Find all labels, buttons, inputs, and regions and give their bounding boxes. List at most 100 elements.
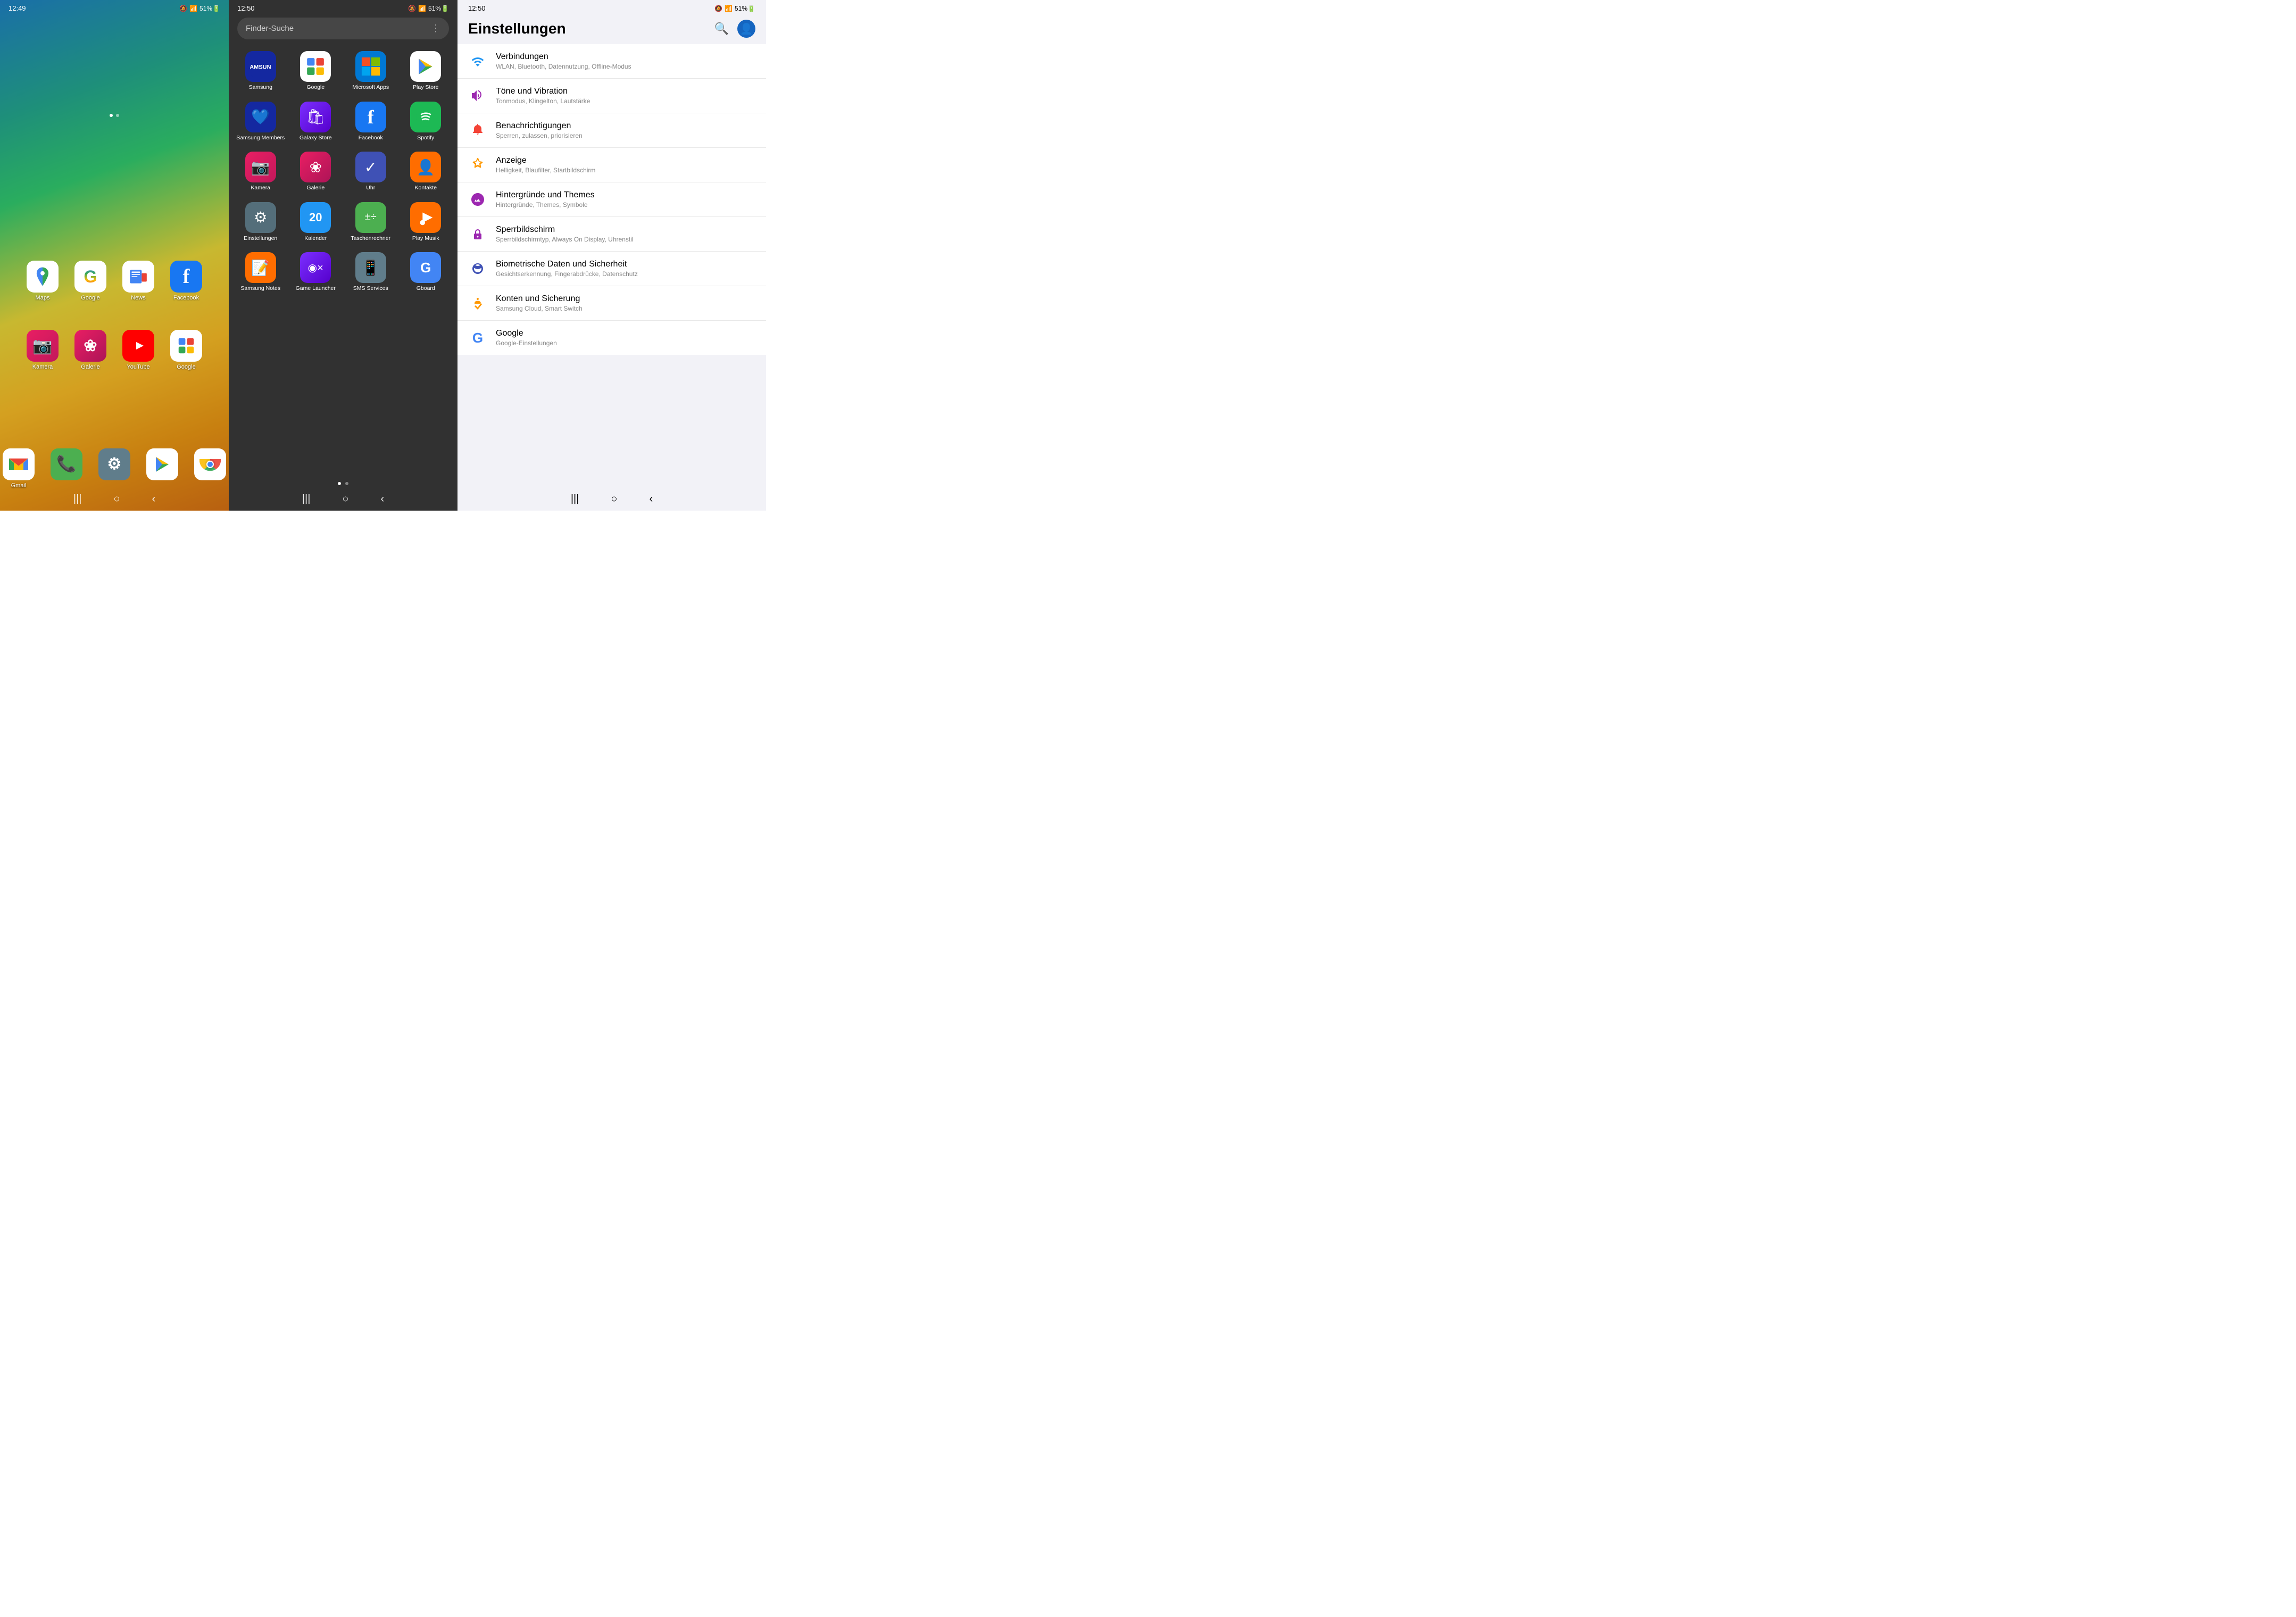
recent-apps-btn[interactable]: ||| [73,493,82,505]
drawer-app-einstellungen[interactable]: ⚙ Einstellungen [233,198,288,246]
google-drawer-label: Google [306,84,325,91]
settings-item-toene[interactable]: Töne und Vibration Tonmodus, Klingelton,… [457,79,766,113]
konten-text: Konten und Sicherung Samsung Cloud, Smar… [496,294,755,312]
microsoft-label: Microsoft Apps [352,84,389,91]
drawer-app-playmusik[interactable]: Play Musik [398,198,454,246]
app-galerie[interactable]: ❀ Galerie [71,330,110,371]
settings-item-konten[interactable]: Konten und Sicherung Samsung Cloud, Smar… [457,286,766,321]
drawer-status-icons: 🔕 📶 51%🔋 [408,5,449,12]
drawer-search-bar[interactable]: Finder-Suche ⋮ [237,18,449,39]
drawer-app-game[interactable]: ◉× Game Launcher [288,248,344,296]
drawer-app-microsoft[interactable]: Microsoft Apps [343,47,398,95]
snotes-label: Samsung Notes [240,285,280,292]
app-google[interactable]: G Google [71,261,110,302]
sperrbildschirm-label: Sperrbildschirm [496,225,755,235]
drawer-app-kamera[interactable]: 📷 Kamera [233,147,288,196]
kontakte-label: Kontakte [415,185,437,191]
drawer-app-google[interactable]: Google [288,47,344,95]
galerie-drawer-label: Galerie [306,185,325,191]
app-maps[interactable]: Maps [23,261,62,302]
dock-gmail[interactable]: Gmail [0,448,37,489]
settings-home-btn[interactable]: ○ [611,493,617,505]
settings-screen: 12:50 🔕 📶 51%🔋 Einstellungen 🔍 👤 Verbind… [457,0,766,511]
search-icon[interactable]: 🔍 [714,22,729,36]
app-kamera[interactable]: 📷 Kamera [23,330,62,371]
home-nav: ||| ○ ‹ [0,493,229,505]
home-status-bar: 12:49 🔕 📶 51%🔋 [0,0,229,14]
drawer-recent-btn[interactable]: ||| [302,493,311,505]
dock-phone[interactable]: 📞 [48,448,85,489]
drawer-app-playstore[interactable]: Play Store [398,47,454,95]
settings-item-google[interactable]: G Google Google-Einstellungen [457,321,766,355]
avatar-icon: 👤 [740,22,753,36]
finder-suche-label: Finder-Suche [246,24,294,33]
user-avatar[interactable]: 👤 [737,20,755,38]
anzeige-icon [468,155,487,174]
drawer-back-btn[interactable]: ‹ [381,493,385,505]
youtube-icon [122,330,154,362]
drawer-app-kontakte[interactable]: 👤 Kontakte [398,147,454,196]
drawer-home-btn[interactable]: ○ [342,493,348,505]
dock-playstore[interactable] [144,448,181,489]
settings-recent-btn[interactable]: ||| [571,493,579,505]
kamera-drawer-label: Kamera [251,185,270,191]
konten-label: Konten und Sicherung [496,294,755,304]
drawer-app-snotes[interactable]: 📝 Samsung Notes [233,248,288,296]
news-label: News [131,295,146,302]
app-drawer: 12:50 🔕 📶 51%🔋 Finder-Suche ⋮ SAMSUNG Sa… [229,0,457,511]
konten-icon [468,294,487,313]
home-btn[interactable]: ○ [113,493,120,505]
drawer-app-facebook[interactable]: f Facebook [343,97,398,146]
settings-header-actions: 🔍 👤 [714,20,755,38]
drawer-app-spotify[interactable]: Spotify [398,97,454,146]
drawer-app-galerie[interactable]: ❀ Galerie [288,147,344,196]
drawer-app-gboard[interactable]: G Gboard [398,248,454,296]
mute-icon2: 🔕 [408,5,416,12]
google-icon: G [74,261,106,293]
settings-item-anzeige[interactable]: Anzeige Helligkeit, Blaufilter, Startbil… [457,148,766,182]
home-screen: 12:49 🔕 📶 51%🔋 Maps G Google [0,0,229,511]
drawer-nav: ||| ○ ‹ [229,493,457,505]
kalender-label: Kalender [304,235,327,242]
home-row-1: Maps G Google News f Facebook [0,261,229,302]
drawer-app-uhr[interactable]: ✓ Uhr [343,147,398,196]
settings-item-benachrichtigungen[interactable]: Benachrichtigungen Sperren, zulassen, pr… [457,113,766,148]
google2-icon [170,330,202,362]
benachrichtigungen-text: Benachrichtigungen Sperren, zulassen, pr… [496,121,755,139]
drawer-app-sms[interactable]: 📱 SMS Services [343,248,398,296]
drawer-status-bar: 12:50 🔕 📶 51%🔋 [229,0,457,14]
back-btn[interactable]: ‹ [152,493,156,505]
settings-item-sperrbildschirm[interactable]: Sperrbildschirm Sperrbildschirmtyp, Alwa… [457,217,766,252]
settings-header: Einstellungen 🔍 👤 [457,14,766,44]
app-facebook[interactable]: f Facebook [167,261,206,302]
sperrbildschirm-sublabel: Sperrbildschirmtyp, Always On Display, U… [496,236,755,243]
kalender-icon: 20 [300,202,331,233]
playstore-icon [146,448,178,480]
settings-item-biometrie[interactable]: Biometrische Daten und Sicherheit Gesich… [457,252,766,286]
drawer-app-kalender[interactable]: 20 Kalender [288,198,344,246]
settings-page-title: Einstellungen [468,20,566,37]
more-options-icon[interactable]: ⋮ [431,23,440,34]
drawer-app-rechner[interactable]: ±÷ Taschenrechner [343,198,398,246]
drawer-app-samsungmem[interactable]: 💙 Samsung Members [233,97,288,146]
drawer-app-grid: SAMSUNG Samsung Google [229,45,457,298]
dock-chrome[interactable] [192,448,229,489]
settings-back-btn[interactable]: ‹ [650,493,653,505]
youtube-label: YouTube [127,364,149,371]
dock-settings[interactable]: ⚙ [96,448,133,489]
google-settings-label: Google [496,329,755,338]
app-youtube[interactable]: YouTube [119,330,158,371]
drawer-dot-1 [338,482,341,485]
google-label: Google [81,295,99,302]
drawer-app-galaxystore[interactable]: 🛍 Galaxy Store [288,97,344,146]
drawer-app-samsung[interactable]: SAMSUNG Samsung [233,47,288,95]
phone-icon: 📞 [51,448,82,480]
settings-item-hintergruende[interactable]: Hintergründe und Themes Hintergründe, Th… [457,182,766,217]
app-google2[interactable]: Google [167,330,206,371]
settings-status-bar: 12:50 🔕 📶 51%🔋 [457,0,766,14]
rechner-label: Taschenrechner [351,235,390,242]
settings-item-verbindungen[interactable]: Verbindungen WLAN, Bluetooth, Datennutzu… [457,44,766,79]
app-news[interactable]: News [119,261,158,302]
einstellungen-drawer-icon: ⚙ [245,202,276,233]
galerie-drawer-icon: ❀ [300,152,331,182]
